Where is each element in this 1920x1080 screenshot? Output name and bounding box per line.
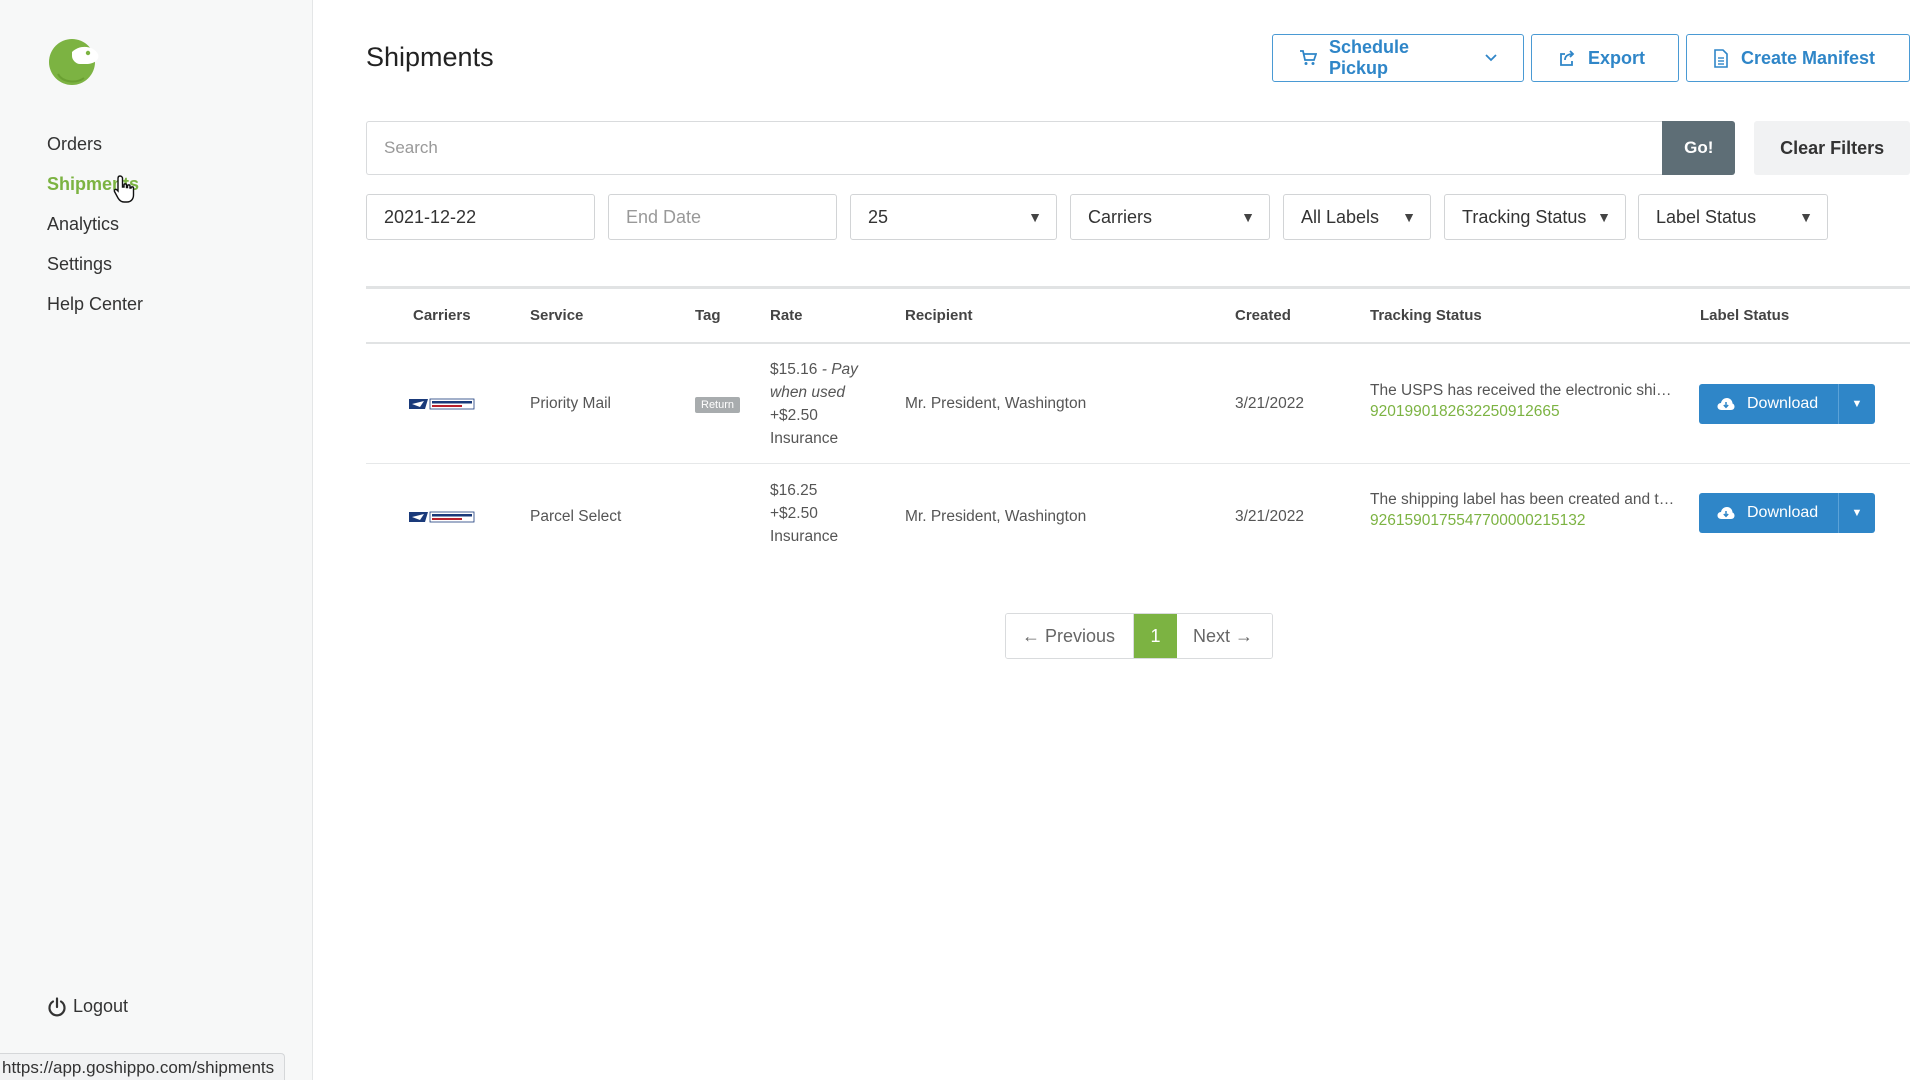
go-button[interactable]: Go! (1662, 121, 1736, 175)
tracking-cell: The shipping label has been created and … (1370, 491, 1675, 530)
caret-down-icon: ▼ (1799, 209, 1813, 225)
download-button-group: Download ▼ (1699, 493, 1875, 533)
header-tracking-status[interactable]: Tracking Status (1370, 307, 1482, 324)
rate-cell: $16.25 +$2.50 Insurance (770, 479, 870, 548)
cart-icon (1300, 50, 1317, 65)
page-title: Shipments (366, 42, 494, 72)
tracking-number-link[interactable]: 9201990182632250912665 (1370, 403, 1675, 421)
tracking-status-text: The shipping label has been created and … (1370, 491, 1675, 508)
table-header: Carriers Service Tag Rate Recipient Crea… (366, 286, 1910, 344)
end-date-field[interactable]: End Date (608, 194, 837, 240)
caret-down-icon: ▼ (1597, 209, 1611, 225)
header-label-status[interactable]: Label Status (1700, 307, 1789, 324)
page-number-button[interactable]: 1 (1134, 614, 1177, 658)
created-cell: 3/21/2022 (1235, 508, 1304, 525)
download-button-group: Download ▼ (1699, 384, 1875, 424)
service-cell: Priority Mail (530, 395, 611, 412)
service-cell: Parcel Select (530, 508, 622, 525)
per-page-value: 25 (868, 207, 889, 227)
create-manifest-label: Create Manifest (1741, 47, 1876, 68)
pagination: ← Previous 1 Next → (1005, 613, 1273, 659)
logout-button[interactable]: Logout (47, 996, 128, 1017)
tracking-status-value: Tracking Status (1462, 207, 1587, 227)
sidebar: Orders Shipments Analytics Settings Help… (0, 0, 313, 1080)
header-created[interactable]: Created (1235, 307, 1291, 324)
header-service[interactable]: Service (530, 307, 583, 324)
cloud-download-icon (1717, 398, 1735, 410)
download-options-button[interactable]: ▼ (1838, 493, 1875, 533)
usps-logo-icon (409, 398, 475, 410)
create-manifest-button[interactable]: Create Manifest (1686, 34, 1910, 82)
search-input[interactable] (366, 121, 1663, 175)
logout-label: Logout (73, 996, 129, 1016)
document-icon (1714, 48, 1728, 68)
sidebar-item-help-center[interactable]: Help Center (47, 290, 143, 330)
label-status-value: Label Status (1656, 207, 1757, 227)
schedule-pickup-button[interactable]: Schedule Pickup (1272, 34, 1524, 82)
sidebar-item-orders[interactable]: Orders (47, 130, 143, 170)
caret-down-icon: ▼ (1402, 209, 1416, 225)
tracking-number-link[interactable]: 9261590175547700000215132 (1370, 512, 1675, 530)
cloud-download-icon (1717, 507, 1735, 519)
download-button[interactable]: Download (1699, 384, 1838, 424)
download-options-button[interactable]: ▼ (1838, 384, 1875, 424)
labels-select[interactable]: All Labels ▼ (1283, 194, 1431, 240)
header-rate[interactable]: Rate (770, 307, 803, 324)
hand-cursor-icon (113, 175, 135, 203)
clear-filters-button[interactable]: Clear Filters (1754, 121, 1911, 175)
label-status-select[interactable]: Label Status ▼ (1638, 194, 1828, 240)
rate-amount: $16.25 (770, 482, 818, 499)
tracking-status-select[interactable]: Tracking Status ▼ (1444, 194, 1626, 240)
carriers-value: Carriers (1088, 207, 1153, 227)
status-bar-url: https://app.goshippo.com/shipments (0, 1053, 286, 1080)
per-page-select[interactable]: 25 ▼ (850, 194, 1057, 240)
start-date-field[interactable]: 2021-12-22 (366, 194, 595, 240)
tracking-cell: The USPS has received the electronic shi… (1370, 382, 1675, 421)
sidebar-nav: Orders Shipments Analytics Settings Help… (47, 130, 143, 330)
next-page-button[interactable]: Next → (1177, 614, 1272, 658)
table-row[interactable]: Priority Mail Return $15.16 - Pay when u… (366, 344, 1910, 464)
search-bar: Go! Clear Filters (366, 121, 1911, 175)
header-carriers[interactable]: Carriers (413, 307, 471, 324)
download-button[interactable]: Download (1699, 493, 1838, 533)
export-button[interactable]: Export (1531, 34, 1679, 82)
chevron-down-icon (1485, 54, 1497, 62)
share-export-icon (1560, 50, 1575, 66)
carriers-select[interactable]: Carriers ▼ (1070, 194, 1270, 240)
power-icon (48, 996, 66, 1016)
previous-page-button[interactable]: ← Previous (1006, 614, 1134, 658)
usps-logo-icon (409, 511, 475, 523)
export-label: Export (1588, 47, 1646, 68)
caret-down-icon: ▼ (1028, 209, 1042, 225)
caret-down-icon: ▼ (1241, 209, 1255, 225)
recipient-cell: Mr. President, Washington (905, 395, 1087, 412)
labels-value: All Labels (1301, 207, 1380, 227)
schedule-pickup-label: Schedule Pickup (1329, 37, 1410, 78)
header-recipient[interactable]: Recipient (905, 307, 973, 324)
recipient-cell: Mr. President, Washington (905, 508, 1087, 525)
created-cell: 3/21/2022 (1235, 395, 1304, 412)
sidebar-item-analytics[interactable]: Analytics (47, 210, 143, 250)
tracking-status-text: The USPS has received the electronic shi… (1370, 382, 1675, 399)
main-content: Shipments Schedule Pickup Export Create … (366, 0, 1911, 1080)
end-date-placeholder: End Date (626, 207, 702, 227)
shippo-logo-icon[interactable] (46, 34, 102, 86)
download-label: Download (1747, 504, 1819, 521)
return-tag-badge: Return (695, 397, 741, 413)
download-label: Download (1747, 395, 1819, 412)
table-row[interactable]: Parcel Select $16.25 +$2.50 Insurance Mr… (366, 464, 1910, 571)
sidebar-item-settings[interactable]: Settings (47, 250, 143, 290)
start-date-value: 2021-12-22 (384, 207, 477, 227)
shipments-table: Carriers Service Tag Rate Recipient Crea… (366, 286, 1910, 571)
rate-amount: $15.16 (770, 361, 818, 378)
rate-cell: $15.16 - Pay when used +$2.50 Insurance (770, 358, 870, 450)
header-tag[interactable]: Tag (695, 307, 721, 324)
header-actions: Schedule Pickup Export Create Manifest (1272, 34, 1910, 82)
rate-insurance: +$2.50 Insurance (770, 407, 839, 447)
rate-insurance: +$2.50 Insurance (770, 505, 839, 545)
